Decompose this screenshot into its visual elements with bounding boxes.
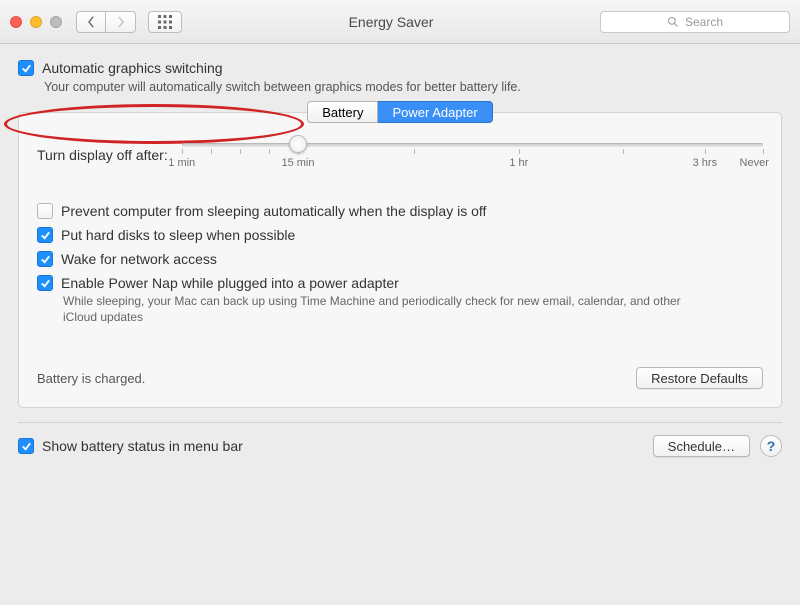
hd-sleep-checkbox[interactable]: Put hard disks to sleep when possible: [37, 227, 763, 243]
power-nap-subtext: While sleeping, your Mac can back up usi…: [63, 293, 703, 325]
titlebar: Energy Saver Search: [0, 0, 800, 44]
panel-footer: Battery is charged. Restore Defaults: [37, 367, 763, 389]
show-battery-status-label: Show battery status in menu bar: [42, 438, 243, 454]
checkbox-icon: [18, 60, 34, 76]
tab-battery[interactable]: Battery: [307, 101, 378, 123]
checkbox-icon: [37, 203, 53, 219]
display-sleep-slider[interactable]: 1 min 15 min 1 hr 3 hrs Never: [182, 137, 763, 173]
nav-buttons: [76, 11, 136, 33]
source-tabs: Battery Power Adapter: [37, 101, 763, 123]
battery-status-text: Battery is charged.: [37, 371, 145, 386]
forward-button[interactable]: [106, 11, 136, 33]
show-battery-status-checkbox[interactable]: Show battery status in menu bar: [18, 438, 643, 454]
search-placeholder: Search: [685, 15, 723, 29]
close-window-button[interactable]: [10, 16, 22, 28]
automatic-graphics-switching-checkbox[interactable]: Automatic graphics switching: [18, 60, 782, 76]
window-controls: [10, 16, 62, 28]
schedule-button[interactable]: Schedule…: [653, 435, 750, 457]
restore-defaults-button[interactable]: Restore Defaults: [636, 367, 763, 389]
content-area: Automatic graphics switching Your comput…: [0, 44, 800, 605]
bottom-bar: Show battery status in menu bar Schedule…: [18, 422, 782, 457]
show-all-prefs-button[interactable]: [148, 11, 182, 33]
slider-ticks: [182, 149, 763, 154]
tab-power-adapter[interactable]: Power Adapter: [378, 101, 492, 123]
hd-sleep-label: Put hard disks to sleep when possible: [61, 227, 295, 243]
checkbox-icon: [37, 227, 53, 243]
display-sleep-label: Turn display off after:: [37, 147, 168, 163]
checkbox-icon: [37, 275, 53, 291]
back-button[interactable]: [76, 11, 106, 33]
prevent-sleep-label: Prevent computer from sleeping automatic…: [61, 203, 486, 219]
options-list: Prevent computer from sleeping automatic…: [37, 203, 763, 325]
checkbox-icon: [18, 438, 34, 454]
wake-network-checkbox[interactable]: Wake for network access: [37, 251, 763, 267]
wake-network-label: Wake for network access: [61, 251, 217, 267]
settings-panel: Battery Power Adapter Turn display off a…: [18, 112, 782, 408]
checkbox-icon: [37, 251, 53, 267]
zoom-window-button[interactable]: [50, 16, 62, 28]
automatic-graphics-subtext: Your computer will automatically switch …: [44, 80, 782, 94]
minimize-window-button[interactable]: [30, 16, 42, 28]
automatic-graphics-label: Automatic graphics switching: [42, 60, 223, 76]
display-sleep-slider-row: Turn display off after: 1 min: [37, 137, 763, 173]
help-button[interactable]: ?: [760, 435, 782, 457]
search-icon: [667, 16, 679, 28]
power-nap-checkbox[interactable]: Enable Power Nap while plugged into a po…: [37, 275, 763, 291]
prevent-sleep-checkbox[interactable]: Prevent computer from sleeping automatic…: [37, 203, 763, 219]
slider-knob[interactable]: [289, 135, 307, 153]
slider-track: [182, 143, 763, 147]
window-title: Energy Saver: [190, 14, 592, 30]
power-nap-label: Enable Power Nap while plugged into a po…: [61, 275, 399, 291]
search-field[interactable]: Search: [600, 11, 790, 33]
